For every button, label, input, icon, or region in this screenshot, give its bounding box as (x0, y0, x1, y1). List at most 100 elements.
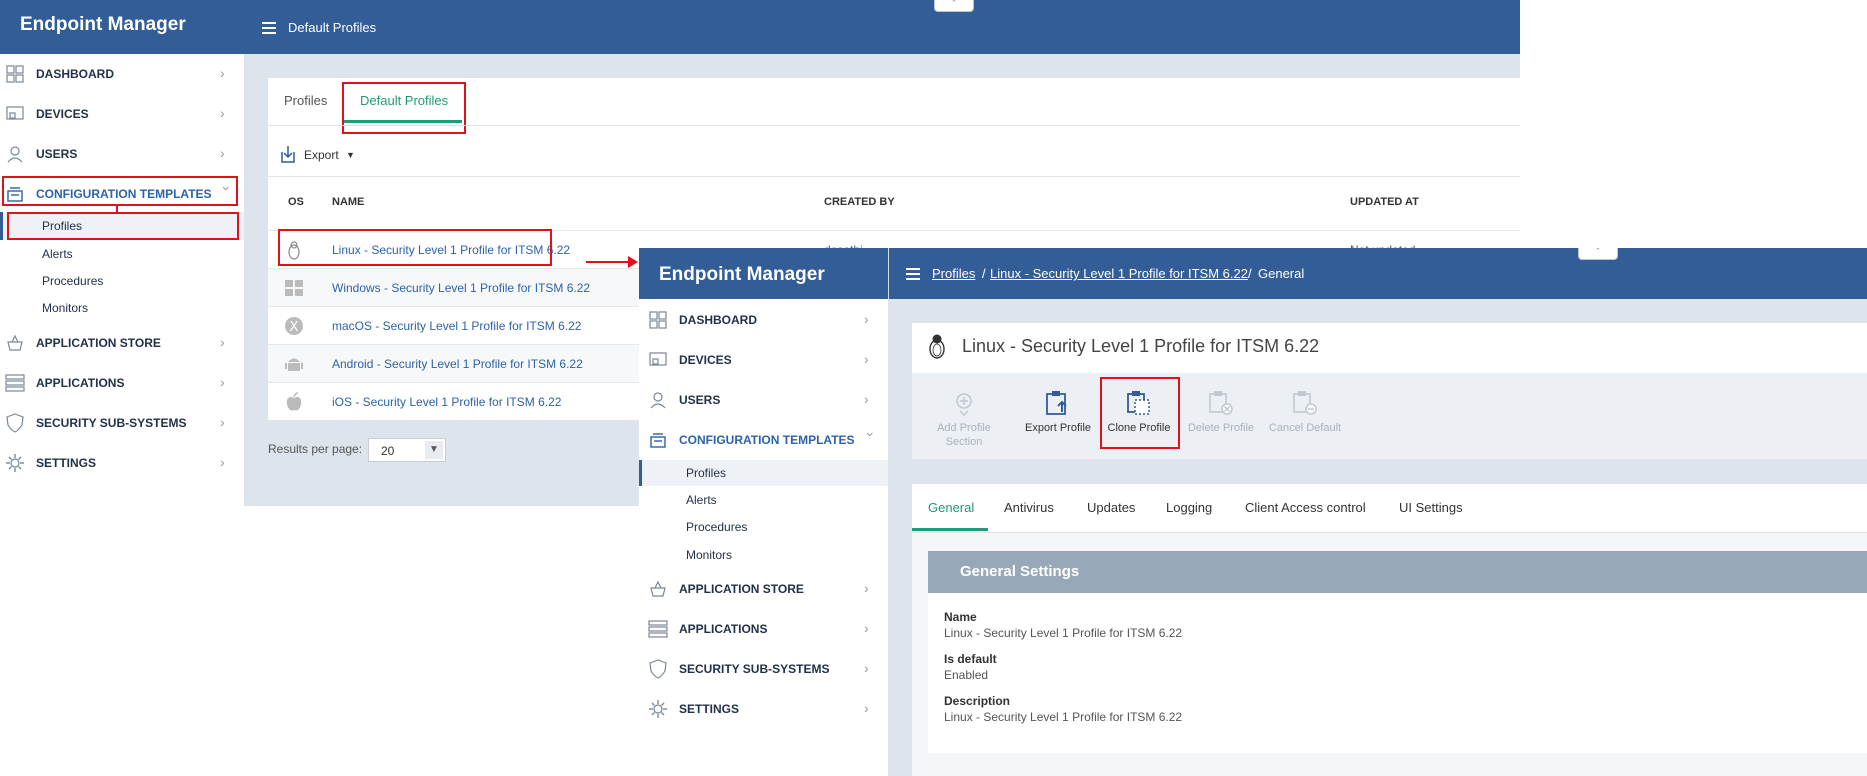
nav-label: USERS (36, 147, 78, 161)
gear-icon (4, 452, 26, 474)
nav-dashboard[interactable]: DASHBOARD › (0, 59, 244, 89)
collapse-header-button[interactable]: ˆ (934, 0, 974, 12)
page-title: Default Profiles (288, 20, 377, 35)
subnav-profiles-2[interactable]: Profiles (686, 466, 726, 480)
chevron-right-icon: › (220, 334, 225, 350)
nav-applications[interactable]: APPLICATIONS › (0, 368, 244, 398)
nav-applications-2[interactable]: APPLICATIONS › (639, 614, 888, 644)
tab-general[interactable]: General (928, 500, 974, 515)
field-default-label: Is default (944, 652, 997, 666)
results-per-page-select[interactable]: 20 ▼ (368, 438, 446, 462)
table-top-border (268, 176, 1520, 177)
nav-configuration-templates-2[interactable]: CONFIGURATION TEMPLATES › (639, 425, 888, 455)
nav-label: SECURITY SUB-SYSTEMS (36, 416, 187, 430)
select-value: 20 (381, 444, 395, 458)
section-header: General Settings (928, 551, 1867, 593)
highlight-default-profiles-tab (342, 82, 466, 134)
brand-title-2: Endpoint Manager (639, 248, 888, 299)
column-header-name[interactable]: NAME (332, 196, 364, 208)
macos-icon: X (284, 316, 304, 336)
breadcrumb-profiles[interactable]: Profiles (932, 266, 975, 281)
cancel-default-label: Cancel Default (1268, 422, 1342, 434)
export-icon[interactable] (280, 145, 296, 163)
cancel-default-button[interactable]: Cancel Default (1262, 390, 1348, 434)
nav-users[interactable]: USERS › (0, 139, 244, 169)
profile-name-link[interactable]: Windows - Security Level 1 Profile for I… (332, 281, 590, 295)
chevron-right-icon: › (220, 65, 225, 81)
apple-icon (284, 392, 304, 412)
export-profile-button[interactable]: Export Profile (1018, 390, 1098, 434)
profile-name-link[interactable]: iOS - Security Level 1 Profile for ITSM … (332, 395, 561, 409)
tab-client-access-control[interactable]: Client Access control (1245, 500, 1366, 515)
chevron-right-icon: › (864, 391, 869, 407)
chevron-right-icon: › (220, 414, 225, 430)
profile-name-link[interactable]: macOS - Security Level 1 Profile for ITS… (332, 319, 581, 333)
nav-label: SECURITY SUB-SYSTEMS (679, 662, 830, 676)
applications-icon (647, 618, 669, 640)
caret-down-icon: ▼ (346, 150, 355, 160)
collapse-header-button-2[interactable]: ˆ (1578, 248, 1618, 260)
gear-icon (647, 698, 669, 720)
chevron-down-icon: ▼ (425, 441, 443, 459)
export-button[interactable]: Export (304, 148, 339, 162)
subnav-procedures[interactable]: Procedures (42, 274, 103, 288)
field-name-label: Name (944, 610, 977, 624)
windows-icon (284, 278, 304, 298)
chevron-right-icon: › (220, 374, 225, 390)
subnav-alerts-2[interactable]: Alerts (686, 493, 717, 507)
menu-icon[interactable] (906, 268, 920, 280)
android-icon (284, 354, 304, 374)
add-profile-section-button[interactable]: Add Profile Section (924, 390, 1004, 448)
shield-icon (647, 658, 669, 680)
field-description-label: Description (944, 694, 1011, 708)
subnav-alerts[interactable]: Alerts (42, 247, 73, 261)
menu-icon[interactable] (262, 22, 276, 34)
delete-profile-button[interactable]: Delete Profile (1180, 390, 1262, 434)
nav-label: DASHBOARD (679, 313, 757, 327)
breadcrumb-separator: / (982, 266, 986, 281)
nav-settings-2[interactable]: SETTINGS › (639, 694, 888, 724)
subnav-procedures-2[interactable]: Procedures (686, 520, 747, 534)
subnav-monitors-2[interactable]: Monitors (686, 548, 732, 562)
tab-antivirus[interactable]: Antivirus (1004, 500, 1054, 515)
dashboard-icon (4, 63, 26, 85)
nav-application-store-2[interactable]: APPLICATION STORE › (639, 574, 888, 604)
field-default-value: Enabled (944, 668, 989, 682)
devices-icon (4, 103, 26, 125)
cancel-default-icon (1292, 390, 1318, 416)
tab-ui-settings[interactable]: UI Settings (1399, 500, 1463, 515)
general-settings-body (928, 593, 1867, 753)
nav-settings[interactable]: SETTINGS › (0, 448, 244, 478)
active-tab-indicator-2 (912, 528, 988, 531)
basket-icon (4, 332, 26, 354)
column-header-created-by[interactable]: CREATED BY (824, 196, 895, 208)
column-header-updated-at[interactable]: UPDATED AT (1350, 196, 1419, 208)
nav-application-store[interactable]: APPLICATION STORE › (0, 328, 244, 358)
highlight-profiles (7, 212, 239, 240)
results-per-page-label: Results per page: (268, 442, 363, 456)
nav-security-subsystems-2[interactable]: SECURITY SUB-SYSTEMS › (639, 654, 888, 684)
tab-profiles[interactable]: Profiles (284, 93, 327, 108)
nav-dashboard-2[interactable]: DASHBOARD › (639, 305, 888, 335)
nav-security-subsystems[interactable]: SECURITY SUB-SYSTEMS › (0, 408, 244, 438)
brand-title: Endpoint Manager (0, 0, 244, 54)
delete-profile-label: Delete Profile (1187, 422, 1255, 434)
arrow-head-icon (628, 256, 638, 268)
nav-label: DEVICES (679, 353, 732, 367)
highlight-linux-profile (278, 229, 552, 266)
nav-devices-2[interactable]: DEVICES › (639, 345, 888, 375)
export-profile-icon (1045, 390, 1071, 416)
breadcrumb-current: General (1258, 266, 1305, 281)
nav-devices[interactable]: DEVICES › (0, 99, 244, 129)
nav-users-2[interactable]: USERS › (639, 385, 888, 415)
tab-updates[interactable]: Updates (1087, 500, 1135, 515)
chevron-down-icon: › (863, 432, 879, 437)
column-header-os: OS (288, 196, 304, 208)
subnav-monitors[interactable]: Monitors (42, 301, 88, 315)
nav-label: CONFIGURATION TEMPLATES (679, 433, 855, 447)
breadcrumb-profile-name[interactable]: Linux - Security Level 1 Profile for ITS… (990, 266, 1248, 281)
tab-logging[interactable]: Logging (1166, 500, 1212, 515)
profile-name-link[interactable]: Android - Security Level 1 Profile for I… (332, 357, 583, 371)
chevron-right-icon: › (220, 145, 225, 161)
user-icon (4, 143, 26, 165)
